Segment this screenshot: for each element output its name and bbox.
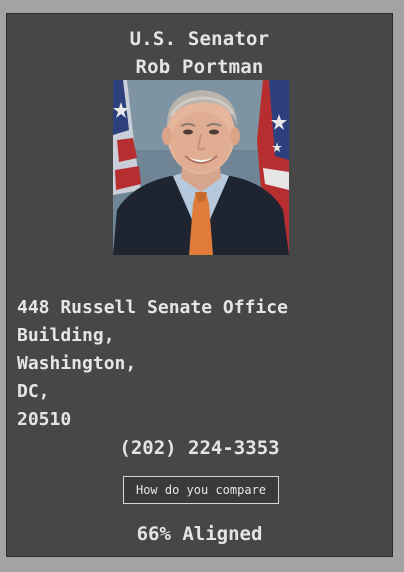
compare-button[interactable]: How do you compare — [123, 476, 279, 504]
alignment-score: 66% Aligned — [136, 523, 263, 545]
office-address: 448 Russell Senate Office Building, Wash… — [17, 294, 387, 434]
address-line-5: 20510 — [17, 409, 72, 430]
address-line-4: DC, — [17, 381, 50, 402]
senator-portrait-icon — [113, 80, 289, 255]
senator-card: U.S. Senator Rob Portman 448 Russell Sen… — [6, 13, 393, 557]
address-line-2: Building, — [17, 325, 115, 346]
senator-title: U.S. Senator — [129, 28, 270, 50]
address-line-3: Washington, — [17, 353, 137, 374]
senator-name: Rob Portman — [135, 56, 264, 78]
phone-number: (202) 224-3353 — [119, 437, 280, 459]
senator-portrait — [113, 80, 289, 255]
address-line-1: 448 Russell Senate Office — [17, 297, 288, 318]
